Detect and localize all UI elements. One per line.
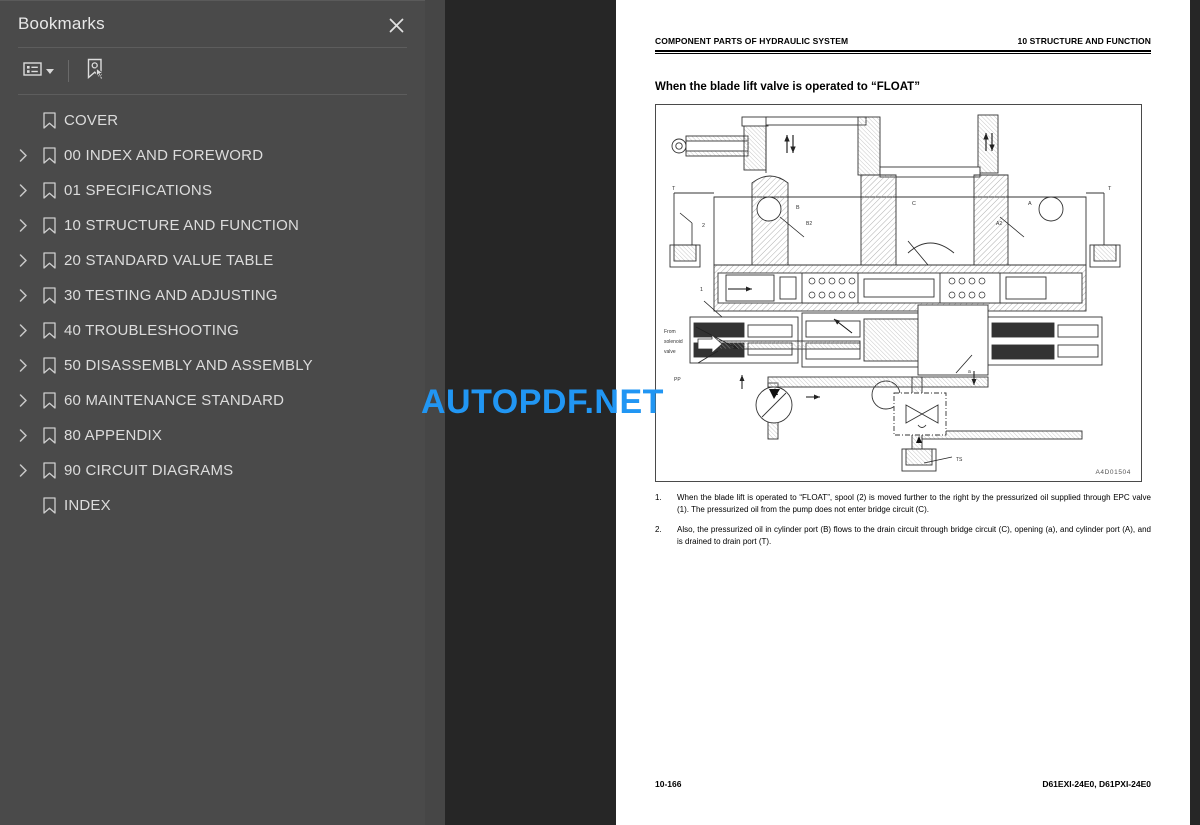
paragraph-number: 1.	[655, 492, 662, 502]
bookmark-item[interactable]: 00 INDEX AND FOREWORD	[0, 138, 425, 173]
pdf-viewer-window: Bookmarks COVER 00 INDEX AND FOREWORD 01…	[0, 0, 1200, 825]
svg-text:2: 2	[702, 223, 705, 229]
bookmark-icon	[34, 147, 64, 164]
bookmark-label: 01 SPECIFICATIONS	[64, 182, 213, 199]
bookmark-item[interactable]: 10 STRUCTURE AND FUNCTION	[0, 208, 425, 243]
pdf-page: COMPONENT PARTS OF HYDRAULIC SYSTEM 10 S…	[616, 0, 1190, 825]
bookmark-icon	[34, 357, 64, 374]
bookmark-icon	[34, 462, 64, 479]
bookmark-options-button[interactable]	[18, 57, 59, 86]
bookmark-icon	[34, 497, 64, 514]
bookmark-icon	[34, 182, 64, 199]
chevron-right-icon[interactable]	[12, 219, 34, 232]
paragraph-text: When the blade lift is operated to “FLOA…	[677, 493, 1151, 514]
chevron-right-icon[interactable]	[12, 394, 34, 407]
bookmark-icon	[34, 252, 64, 269]
bookmark-icon	[34, 217, 64, 234]
chevron-right-icon[interactable]	[12, 149, 34, 162]
bookmark-label: 80 APPENDIX	[64, 427, 163, 444]
page-running-head: COMPONENT PARTS OF HYDRAULIC SYSTEM 10 S…	[655, 36, 1151, 46]
chevron-right-icon[interactable]	[12, 464, 34, 477]
hydraulic-diagram-figure: T T B B2 C A A2 1 2 PP a TS From solenoi…	[655, 104, 1142, 482]
bookmark-icon	[34, 287, 64, 304]
header-rule	[655, 50, 1151, 54]
svg-text:PP: PP	[674, 377, 681, 383]
svg-text:B2: B2	[806, 221, 812, 227]
bookmarks-panel-header: Bookmarks	[0, 1, 425, 47]
toolbar-separator	[68, 60, 69, 82]
svg-text:1: 1	[700, 287, 703, 293]
bookmark-label: 10 STRUCTURE AND FUNCTION	[64, 217, 300, 234]
numbered-paragraph: 2. Also, the pressurized oil in cylinder …	[655, 524, 1151, 547]
bookmark-item[interactable]: 80 APPENDIX	[0, 418, 425, 453]
bookmark-item[interactable]: 60 MAINTENANCE STANDARD	[0, 383, 425, 418]
page-number: 10-166	[655, 779, 682, 789]
panel-splitter[interactable]	[425, 0, 445, 825]
bookmark-label: 00 INDEX AND FOREWORD	[64, 147, 264, 164]
page-body-text: 1. When the blade lift is operated to “FL…	[655, 492, 1151, 556]
bookmark-label: 20 STANDARD VALUE TABLE	[64, 252, 274, 269]
svg-text:B: B	[796, 205, 800, 211]
bookmark-icon	[34, 392, 64, 409]
close-icon[interactable]	[383, 12, 409, 38]
new-bookmark-button[interactable]	[80, 54, 111, 89]
bookmarks-panel-title: Bookmarks	[18, 14, 105, 33]
bookmark-item[interactable]: COVER	[0, 103, 425, 138]
bookmarks-panel: Bookmarks COVER 00 INDEX AND FOREWORD 01…	[0, 0, 425, 825]
bookmark-label: 40 TROUBLESHOOTING	[64, 322, 240, 339]
chevron-right-icon[interactable]	[12, 359, 34, 372]
bookmark-label: 50 DISASSEMBLY AND ASSEMBLY	[64, 357, 313, 374]
header-right-text: 10 STRUCTURE AND FUNCTION	[1017, 36, 1151, 46]
svg-text:valve: valve	[664, 349, 676, 355]
chevron-right-icon[interactable]	[12, 184, 34, 197]
bookmark-label: 90 CIRCUIT DIAGRAMS	[64, 462, 234, 479]
bookmark-item[interactable]: 30 TESTING AND ADJUSTING	[0, 278, 425, 313]
svg-text:T: T	[672, 186, 676, 192]
svg-text:A2: A2	[996, 221, 1002, 227]
paragraph-number: 2.	[655, 524, 662, 534]
model-code: D61EXI-24E0, D61PXI-24E0	[1042, 779, 1151, 789]
bookmark-item[interactable]: 20 STANDARD VALUE TABLE	[0, 243, 425, 278]
svg-text:TS: TS	[956, 457, 963, 463]
chevron-right-icon[interactable]	[12, 254, 34, 267]
section-subtitle: When the blade lift valve is operated to…	[655, 81, 920, 93]
chevron-right-icon[interactable]	[12, 429, 34, 442]
paragraph-text: Also, the pressurized oil in cylinder po…	[677, 525, 1151, 546]
bookmark-label: 60 MAINTENANCE STANDARD	[64, 392, 285, 409]
chevron-right-icon[interactable]	[12, 289, 34, 302]
bookmark-icon	[34, 427, 64, 444]
header-left-text: COMPONENT PARTS OF HYDRAULIC SYSTEM	[655, 36, 849, 46]
svg-text:T: T	[1108, 186, 1112, 192]
bookmark-label: COVER	[64, 112, 119, 129]
chevron-down-icon	[46, 68, 54, 74]
svg-text:C: C	[912, 201, 916, 207]
figure-id: A4D01504	[1095, 469, 1131, 476]
bookmark-icon	[34, 322, 64, 339]
bookmarks-tree: COVER 00 INDEX AND FOREWORD 01 SPECIFICATI…	[0, 95, 425, 523]
bookmark-label: INDEX	[64, 497, 111, 514]
bookmark-item[interactable]: 40 TROUBLESHOOTING	[0, 313, 425, 348]
svg-text:solenoid: solenoid	[664, 339, 683, 345]
list-options-icon	[23, 61, 42, 82]
bookmarks-toolbar	[0, 48, 425, 94]
bookmark-label: 30 TESTING AND ADJUSTING	[64, 287, 278, 304]
bookmark-item[interactable]: 01 SPECIFICATIONS	[0, 173, 425, 208]
bookmark-icon	[34, 112, 64, 129]
new-bookmark-icon	[85, 58, 106, 85]
chevron-right-icon[interactable]	[12, 324, 34, 337]
bookmark-item[interactable]: 50 DISASSEMBLY AND ASSEMBLY	[0, 348, 425, 383]
numbered-paragraph: 1. When the blade lift is operated to “FL…	[655, 492, 1151, 515]
bookmark-item[interactable]: 90 CIRCUIT DIAGRAMS	[0, 453, 425, 488]
svg-text:A: A	[1028, 201, 1032, 207]
page-footer: 10-166 D61EXI-24E0, D61PXI-24E0	[655, 779, 1151, 789]
svg-text:a: a	[968, 369, 971, 375]
svg-text:From: From	[664, 329, 676, 335]
bookmark-item[interactable]: INDEX	[0, 488, 425, 523]
